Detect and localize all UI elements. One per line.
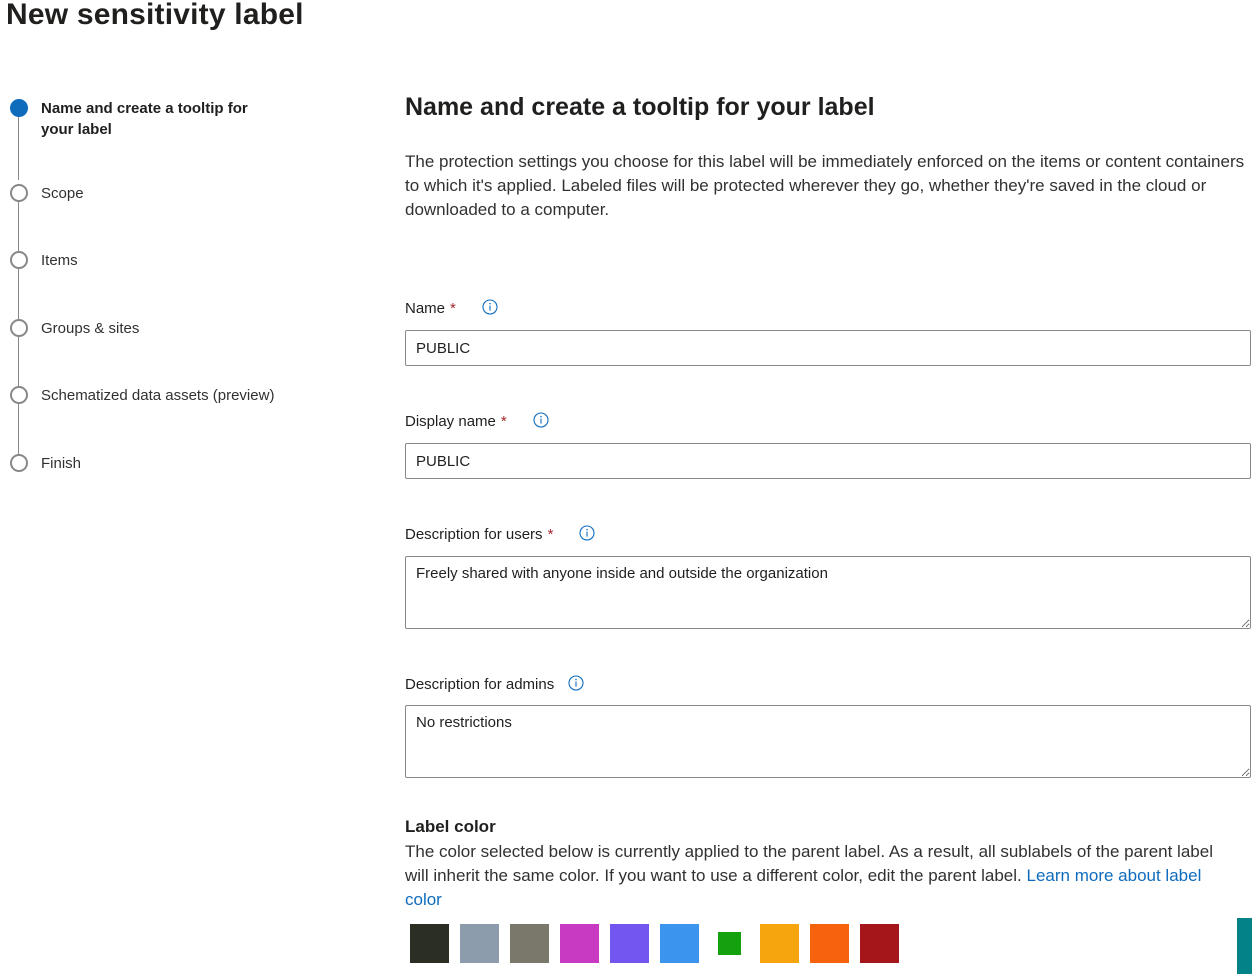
description-users-label-text: Description for users [405,526,543,543]
selected-color-indicator [718,932,741,955]
display-name-label-text: Display name [405,413,496,430]
label-color-title: Label color [405,817,496,836]
display-name-input[interactable] [405,443,1251,479]
step-connector [18,117,19,180]
required-asterisk: * [500,413,507,430]
step-connector [18,404,19,454]
color-swatch[interactable] [460,924,499,963]
color-swatch[interactable] [410,924,449,963]
required-asterisk: * [547,526,554,543]
color-swatch[interactable] [510,924,549,963]
info-icon[interactable] [579,524,595,541]
step-connector [18,201,19,251]
color-swatch[interactable] [610,924,649,963]
color-swatch[interactable] [660,924,699,963]
color-swatch[interactable] [560,924,599,963]
step-connector [18,337,19,386]
info-icon[interactable] [533,411,549,428]
step-schematized-data-assets[interactable]: Schematized data assets (preview) [41,385,274,406]
step-current-indicator [10,99,28,117]
step-scope[interactable]: Scope [41,183,84,204]
color-swatch[interactable] [860,924,899,963]
description-users-label: Description for users * [405,524,595,543]
step-connector [18,269,19,319]
step-name-and-tooltip[interactable]: Name and create a tooltip for your label [41,98,281,140]
info-icon[interactable] [482,298,498,315]
display-name-label: Display name * [405,411,549,430]
wizard-stepper: Name and create a tooltip for your label… [0,0,360,974]
info-icon[interactable] [568,674,584,691]
name-input[interactable] [405,330,1251,366]
scrollbar-thumb[interactable] [1237,918,1252,974]
description-admins-label-text: Description for admins [405,676,555,693]
name-label-text: Name [405,300,446,317]
color-swatch[interactable] [710,924,749,963]
description-admins-label: Description for admins [405,674,584,693]
required-asterisk: * [450,300,456,317]
step-finish[interactable]: Finish [41,453,81,474]
color-swatch[interactable] [810,924,849,963]
step-indicator [10,454,28,472]
description-admins-textarea[interactable]: No restrictions [405,705,1251,778]
description-users-textarea[interactable]: Freely shared with anyone inside and out… [405,556,1251,629]
color-swatch[interactable] [760,924,799,963]
step-indicator [10,184,28,202]
step-indicator [10,251,28,269]
step-indicator [10,386,28,404]
label-color-description: The color selected below is currently ap… [405,840,1225,912]
intro-text: The protection settings you choose for t… [405,152,1245,219]
name-label: Name * [405,298,498,317]
color-swatch-group [410,924,899,963]
step-groups-sites[interactable]: Groups & sites [41,318,139,339]
step-indicator [10,319,28,337]
step-items[interactable]: Items [41,250,78,271]
section-title: Name and create a tooltip for your label [405,93,875,121]
